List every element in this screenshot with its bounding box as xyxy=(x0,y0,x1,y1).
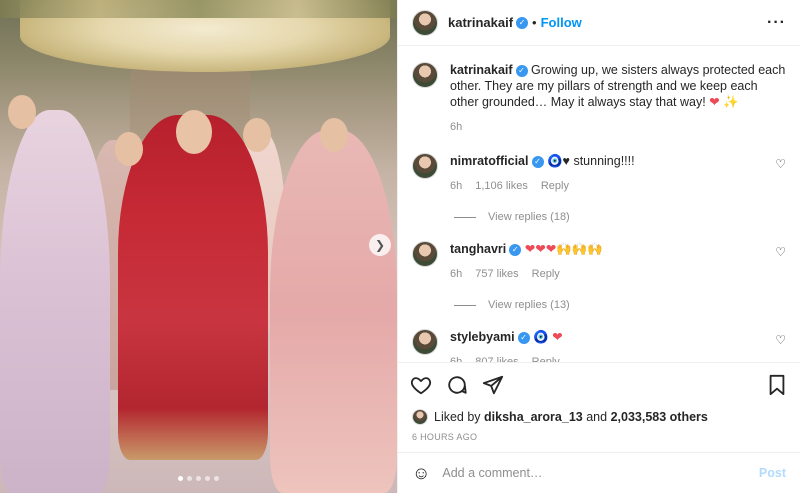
separator-dot: • xyxy=(532,15,537,30)
commenter-username[interactable]: nimratofficial xyxy=(450,154,529,168)
caption-emojis: ❤ ✨ xyxy=(709,95,739,109)
likes-others-count[interactable]: 2,033,583 others xyxy=(611,410,708,424)
liker-username[interactable]: diksha_arora_13 xyxy=(484,410,583,424)
verified-badge-icon: ✓ xyxy=(516,16,529,29)
view-replies-label: View replies (18) xyxy=(488,211,570,223)
comment-row: stylebyami ✓ 🧿 ❤ 6h 807 likes Reply ♡ xyxy=(412,329,786,362)
verified-badge-icon: ✓ xyxy=(509,243,522,256)
like-comment-heart-icon[interactable]: ♡ xyxy=(775,157,786,171)
comment-likes-count[interactable]: 1,106 likes xyxy=(475,178,528,194)
follow-button[interactable]: Follow xyxy=(541,15,582,30)
commenter-username[interactable]: stylebyami xyxy=(450,330,515,344)
replies-line xyxy=(454,304,476,306)
caption-username[interactable]: katrinakaif xyxy=(450,63,513,77)
view-replies-button[interactable]: View replies (18) xyxy=(454,211,786,223)
share-paper-plane-icon[interactable] xyxy=(482,374,504,396)
author-avatar[interactable] xyxy=(412,62,438,88)
replies-line xyxy=(454,216,476,218)
like-heart-icon[interactable] xyxy=(410,374,432,396)
like-comment-heart-icon[interactable]: ♡ xyxy=(775,333,786,347)
instagram-post-modal: ❯ katrinakaif ✓ • Follow ··· katrinakaif… xyxy=(0,0,800,493)
guest-figure xyxy=(0,110,110,493)
carousel-dot xyxy=(187,476,192,481)
guest-face xyxy=(115,132,143,166)
like-comment-heart-icon[interactable]: ♡ xyxy=(775,245,786,259)
post-timestamp: 6 HOURS AGO xyxy=(412,432,478,442)
reply-button[interactable]: Reply xyxy=(541,178,569,194)
comment-time: 6h xyxy=(450,356,463,362)
liker-avatar[interactable] xyxy=(412,409,428,425)
likes-and: and xyxy=(586,410,608,424)
author-username[interactable]: katrinakaif xyxy=(448,15,513,30)
post-comment-button[interactable]: Post xyxy=(759,466,786,480)
comment-time: 6h xyxy=(450,268,463,280)
view-replies-button[interactable]: View replies (13) xyxy=(454,299,786,311)
caption-time: 6h xyxy=(450,121,463,133)
verified-badge-icon: ✓ xyxy=(517,331,530,344)
carousel-dot xyxy=(214,476,219,481)
commenter-avatar[interactable] xyxy=(412,153,438,179)
guest-face xyxy=(243,118,271,152)
commenter-avatar[interactable] xyxy=(412,241,438,267)
view-replies-label: View replies (13) xyxy=(488,299,570,311)
caption-row: katrinakaif ✓ Growing up, we sisters alwa… xyxy=(412,62,786,135)
comment-likes-count[interactable]: 807 likes xyxy=(475,354,518,362)
guest-figure xyxy=(270,130,397,493)
comments-list[interactable]: katrinakaif ✓ Growing up, we sisters alwa… xyxy=(398,46,800,362)
post-actions-bar xyxy=(398,362,800,406)
comment-text: ❤❤❤🙌🙌🙌 xyxy=(524,242,603,256)
verified-badge-icon: ✓ xyxy=(531,155,544,168)
carousel-next-button[interactable]: ❯ xyxy=(369,234,391,256)
likes-summary[interactable]: Liked by diksha_arora_13 and 2,033,583 o… xyxy=(398,406,800,428)
commenter-avatar[interactable] xyxy=(412,329,438,355)
likes-prefix: Liked by xyxy=(434,410,481,424)
verified-badge-icon: ✓ xyxy=(515,64,528,77)
comment-text: 🧿 ❤ xyxy=(533,330,563,344)
comment-row: tanghavri ✓ ❤❤❤🙌🙌🙌 6h 757 likes Reply ♡ xyxy=(412,241,786,282)
comment-input[interactable] xyxy=(442,466,759,480)
floral-garland xyxy=(0,0,397,18)
comment-likes-count[interactable]: 757 likes xyxy=(475,266,518,282)
commenter-username[interactable]: tanghavri xyxy=(450,242,506,256)
comment-time: 6h xyxy=(450,180,463,192)
guest-face xyxy=(320,118,348,152)
carousel-dot xyxy=(178,476,183,481)
post-side-panel: katrinakaif ✓ • Follow ··· katrinakaif ✓ … xyxy=(397,0,800,493)
bride-face xyxy=(176,110,212,154)
comment-text: 🧿♥ stunning!!!! xyxy=(546,154,635,168)
reply-button[interactable]: Reply xyxy=(532,354,560,362)
carousel-indicator xyxy=(178,476,219,481)
add-comment-bar: ☺ Post xyxy=(398,452,800,493)
reply-button[interactable]: Reply xyxy=(532,266,560,282)
carousel-dot xyxy=(205,476,210,481)
comment-bubble-icon[interactable] xyxy=(446,374,468,396)
comment-row: nimratofficial ✓ 🧿♥ stunning!!!! 6h 1,106… xyxy=(412,153,786,194)
bride-figure xyxy=(118,115,268,460)
emoji-picker-icon[interactable]: ☺ xyxy=(412,463,430,484)
author-avatar[interactable] xyxy=(412,9,438,36)
post-photo[interactable]: ❯ xyxy=(0,0,397,493)
save-bookmark-icon[interactable] xyxy=(766,374,788,396)
carousel-dot xyxy=(196,476,201,481)
guest-face xyxy=(8,95,36,129)
post-header: katrinakaif ✓ • Follow ··· xyxy=(398,0,800,46)
more-options-icon[interactable]: ··· xyxy=(767,14,786,32)
